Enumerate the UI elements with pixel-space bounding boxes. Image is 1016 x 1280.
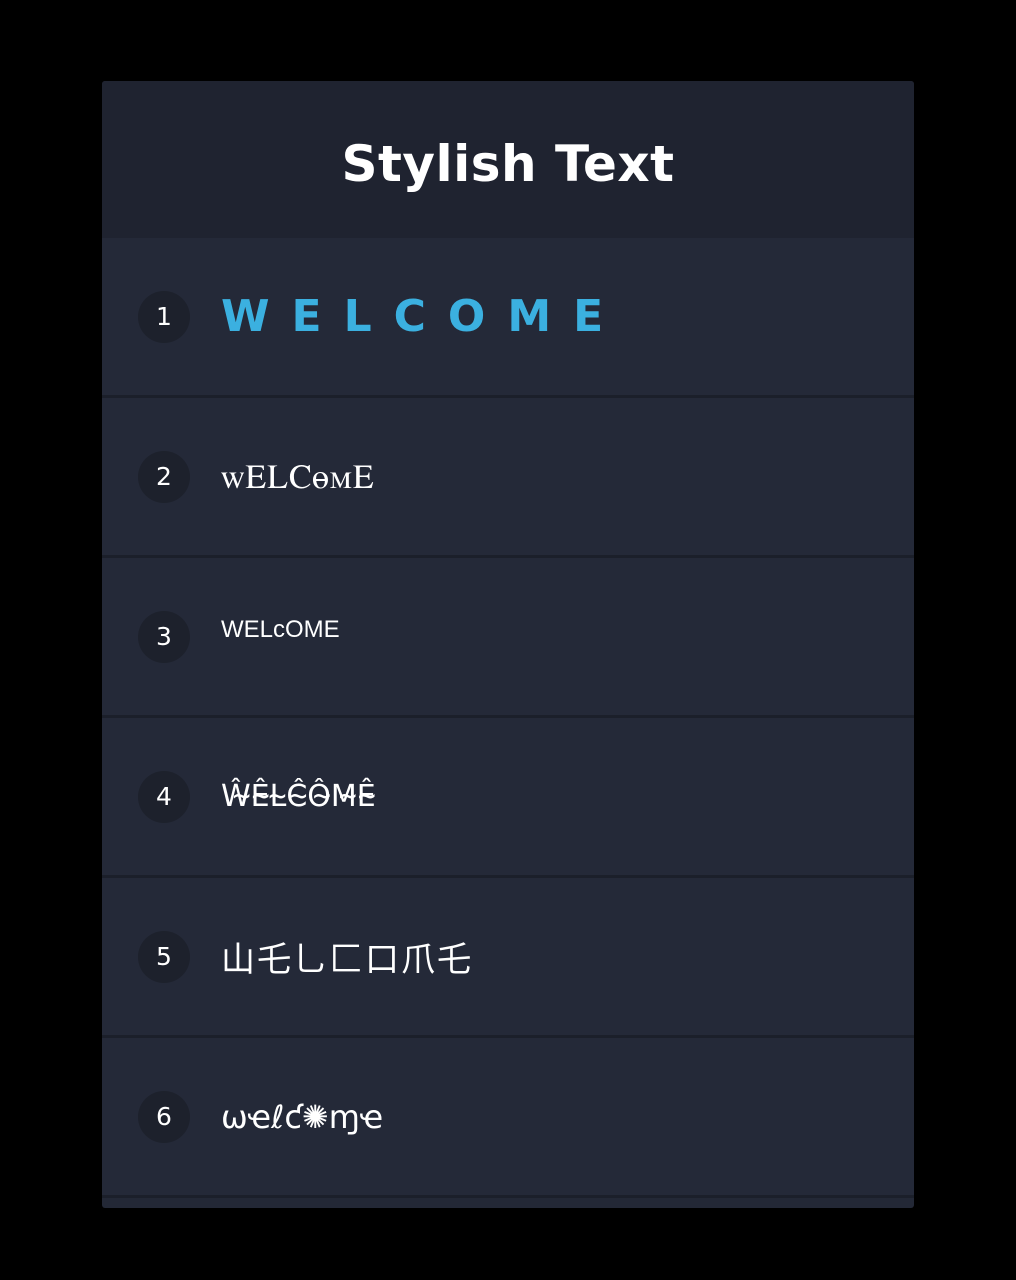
styled-text: Ŵ̴Ê̴L̴Ĉ̴Ô̴M̴Ê̴ — [221, 779, 376, 814]
style-list: 1 WELCOME 2 ꮃᎬᏞᏟꮎꮇᎬ 3 WELcOME 4 Ŵ̴Ê̴L̴Ĉ̴… — [102, 238, 914, 1198]
item-number-badge: 5 — [138, 930, 190, 983]
list-item[interactable]: 5 山乇乚匚口爪乇 — [102, 878, 914, 1038]
styled-text: WELCOME — [221, 291, 626, 342]
styled-text: 山乇乚匚口爪乇 — [221, 940, 473, 980]
stylish-text-panel: Stylish Text 1 WELCOME 2 ꮃᎬᏞᏟꮎꮇᎬ 3 WELcO… — [102, 81, 914, 1208]
styled-text: ꮃᎬᏞᏟꮎꮇᎬ — [221, 456, 375, 497]
styled-text: ωҽℓƈ✺ɱҽ — [221, 1097, 384, 1136]
item-number-badge: 2 — [138, 450, 190, 503]
app-header: Stylish Text — [102, 81, 914, 238]
list-item[interactable]: 4 Ŵ̴Ê̴L̴Ĉ̴Ô̴M̴Ê̴ — [102, 718, 914, 878]
list-item[interactable]: 6 ωҽℓƈ✺ɱҽ — [102, 1038, 914, 1198]
page-title: Stylish Text — [341, 134, 675, 193]
list-item[interactable]: 2 ꮃᎬᏞᏟꮎꮇᎬ — [102, 398, 914, 558]
styled-text: WELcOME — [221, 615, 340, 643]
item-number-badge: 6 — [138, 1090, 190, 1143]
list-item[interactable]: 1 WELCOME — [102, 238, 914, 398]
item-number-badge: 1 — [138, 290, 190, 343]
item-number-badge: 3 — [138, 610, 190, 663]
list-item[interactable]: 3 WELcOME — [102, 558, 914, 718]
item-number-badge: 4 — [138, 770, 190, 823]
